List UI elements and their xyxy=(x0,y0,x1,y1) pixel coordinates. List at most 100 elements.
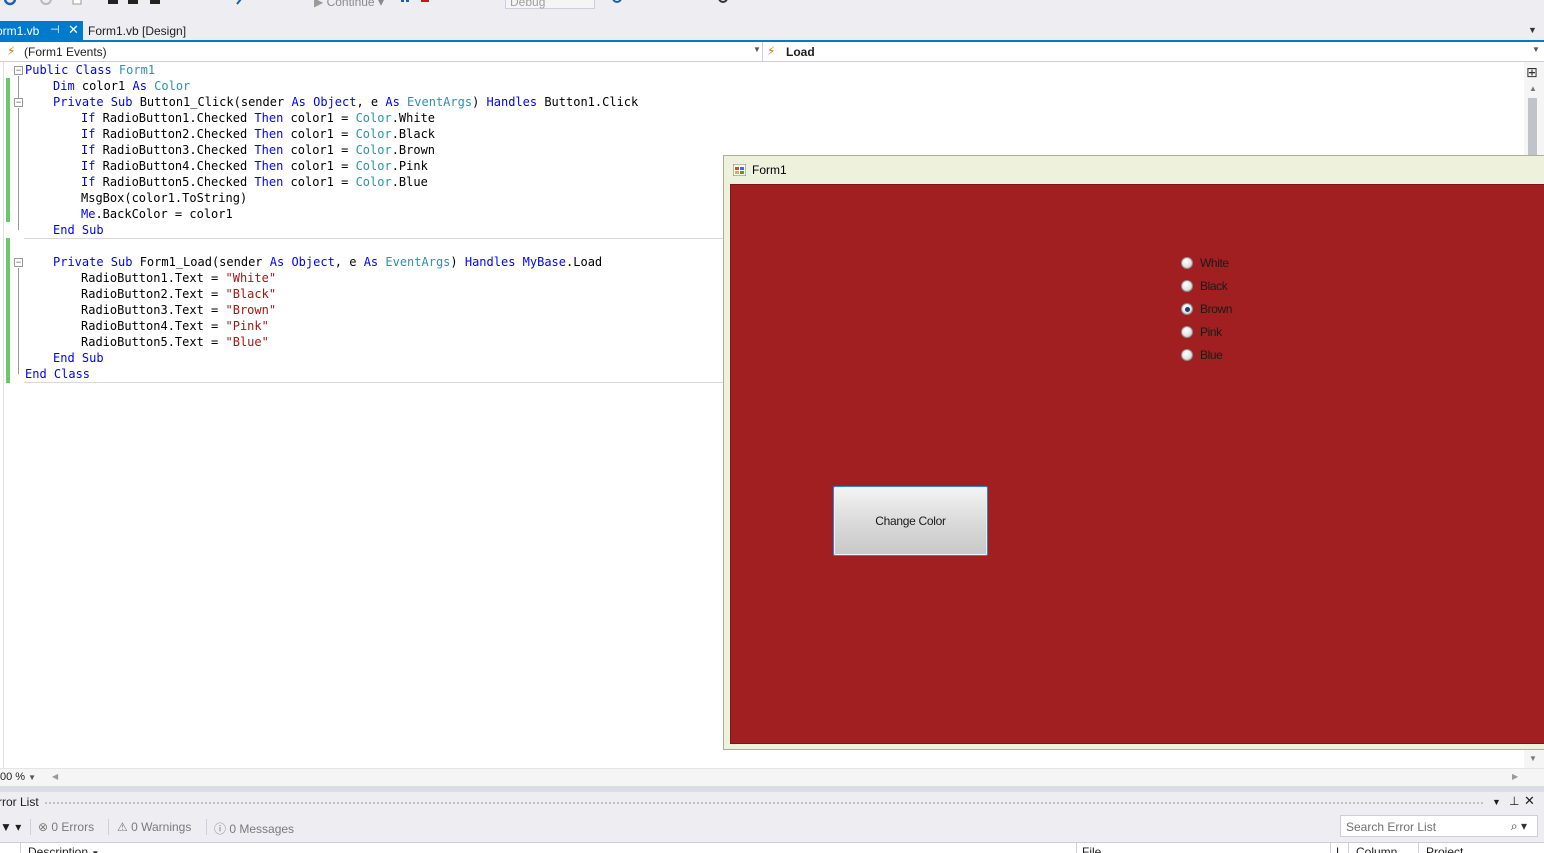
redo-icon[interactable] xyxy=(40,0,52,6)
code-line-19: End Class xyxy=(25,367,91,381)
collapse-icon[interactable]: − xyxy=(14,98,23,107)
tab-overflow-chevron-icon[interactable]: ▼ xyxy=(1528,25,1537,35)
radio-dot[interactable] xyxy=(1181,326,1193,338)
code-line-17: RadioButton5.Text = "Blue" xyxy=(81,335,269,349)
scroll-left-icon[interactable]: ◀ xyxy=(52,772,58,781)
column-column[interactable]: Column xyxy=(1356,845,1397,853)
pause-icon[interactable] xyxy=(400,0,412,6)
collapse-icon[interactable]: − xyxy=(14,258,23,267)
code-line-13: RadioButton1.Text = "White" xyxy=(81,271,277,285)
code-line-2: Dim color1 As Color xyxy=(53,79,191,93)
code-line-3: Private Sub Button1_Click(sender As Obje… xyxy=(53,95,639,109)
radio-dot[interactable] xyxy=(1181,280,1193,292)
event-icon: ⚡ xyxy=(767,44,776,58)
method-separator xyxy=(24,238,724,239)
scroll-down-icon[interactable]: ▼ xyxy=(1529,754,1537,763)
scroll-up-icon[interactable]: ▲ xyxy=(1529,84,1537,93)
code-line-12: Private Sub Form1_Load(sender As Object,… xyxy=(53,255,603,269)
zoom-select[interactable]: 00 % ▼ xyxy=(0,771,46,785)
event-icon: ⚡ xyxy=(7,44,16,58)
method-dropdown[interactable]: ⚡ Load ▼ xyxy=(764,42,1544,61)
window-position-icon[interactable]: ▼ xyxy=(1492,797,1501,807)
code-line-18: End Sub xyxy=(53,351,104,365)
form1-window[interactable]: Form1 White Black Brown Pink Blue Change… xyxy=(723,155,1544,750)
class-dropdown-value: (Form1 Events) xyxy=(24,45,107,59)
column-line[interactable]: L xyxy=(1336,845,1343,853)
column-separator xyxy=(1076,843,1077,853)
code-line-15: RadioButton3.Text = "Brown" xyxy=(81,303,277,317)
panel-grip[interactable] xyxy=(44,801,1484,805)
stop-icon[interactable] xyxy=(420,0,432,6)
find-icon[interactable] xyxy=(612,0,624,6)
error-list-column-header: Description ▼ File L Column Project xyxy=(0,842,1544,853)
error-list-panel: rror List ▼ ⊥ ✕ ▼ ▾ ⊗ 0 Errors ⚠ 0 Warni… xyxy=(0,792,1544,853)
code-navigation-bar: ⚡ (Form1 Events) ▼ ⚡ Load ▼ xyxy=(0,42,1544,62)
radio-label: Blue xyxy=(1200,348,1223,362)
save-all-icon[interactable] xyxy=(128,0,140,6)
step-into-icon[interactable] xyxy=(236,0,248,6)
error-icon: ⊗ xyxy=(38,820,49,834)
toolbar-separator xyxy=(206,819,207,835)
fold-guide xyxy=(18,76,19,98)
code-line-10: Me.BackColor = color1 xyxy=(81,207,233,221)
tab-form1-vb[interactable]: orm1.vb ⊣ ✕ xyxy=(0,21,83,40)
code-line-5: If RadioButton2.Checked Then color1 = Co… xyxy=(81,127,436,141)
column-file[interactable]: File xyxy=(1082,845,1101,853)
change-color-button[interactable]: Change Color xyxy=(833,486,988,556)
method-dropdown-value: Load xyxy=(786,45,815,59)
main-toolbar: ▶ Continue ▾ Debug xyxy=(0,0,1544,18)
chevron-down-icon: ▼ xyxy=(28,773,37,782)
code-line-7: If RadioButton4.Checked Then color1 = Co… xyxy=(81,159,428,173)
warnings-filter-button[interactable]: ⚠ 0 Warnings xyxy=(117,820,191,834)
toolbar-separator xyxy=(30,819,31,835)
save-icon[interactable] xyxy=(108,0,120,6)
radio-label: Brown xyxy=(1200,302,1233,316)
search-icon[interactable]: ⌕ ▾ xyxy=(1511,819,1527,834)
settings-icon[interactable] xyxy=(718,0,730,6)
column-project[interactable]: Project xyxy=(1426,845,1463,853)
code-line-16: RadioButton4.Text = "Pink" xyxy=(81,319,269,333)
copy-icon[interactable] xyxy=(150,0,162,6)
column-separator xyxy=(1418,843,1419,853)
solution-config-select[interactable]: Debug xyxy=(505,0,595,9)
split-window-icon[interactable]: ⊞ xyxy=(1526,64,1538,81)
radio-label: Pink xyxy=(1200,325,1222,339)
error-list-toolbar: ▼ ▾ ⊗ 0 Errors ⚠ 0 Warnings ⓘ 0 Messages… xyxy=(0,814,1544,840)
radio-label: Black xyxy=(1200,279,1228,293)
close-tab-icon[interactable]: ✕ xyxy=(68,22,79,38)
close-panel-icon[interactable]: ✕ xyxy=(1524,793,1535,809)
horizontal-scrollbar[interactable]: 00 % ▼ ◀ ▶ xyxy=(0,768,1544,786)
filter-icon[interactable]: ▼ ▾ xyxy=(0,820,21,834)
form-app-icon xyxy=(733,164,746,176)
fold-guide xyxy=(18,108,19,230)
code-line-8: If RadioButton5.Checked Then color1 = Co… xyxy=(81,175,428,189)
tab-label: orm1.vb xyxy=(0,24,40,38)
column-separator xyxy=(1330,843,1331,853)
pin-icon[interactable]: ⊥ xyxy=(1509,794,1519,808)
warning-icon: ⚠ xyxy=(117,820,128,834)
continue-button[interactable]: ▶ Continue ▾ xyxy=(314,0,384,9)
document-tab-strip: orm1.vb ⊣ ✕ Form1.vb [Design] ▼ xyxy=(0,18,1544,42)
search-error-list-input[interactable]: Search Error List ⌕ ▾ xyxy=(1340,815,1538,837)
collapse-icon[interactable]: − xyxy=(14,66,23,75)
radio-dot-selected[interactable] xyxy=(1181,303,1193,315)
column-description[interactable]: Description ▼ xyxy=(28,845,99,853)
fold-guide xyxy=(18,268,19,374)
form-title: Form1 xyxy=(752,163,787,177)
scroll-right-icon[interactable]: ▶ xyxy=(1512,772,1518,781)
undo-icon[interactable] xyxy=(4,0,16,6)
errors-filter-button[interactable]: ⊗ 0 Errors xyxy=(38,820,94,834)
radio-dot[interactable] xyxy=(1181,257,1193,269)
code-line-4: If RadioButton1.Checked Then color1 = Co… xyxy=(81,111,436,125)
code-line-6: If RadioButton3.Checked Then color1 = Co… xyxy=(81,143,436,157)
column-separator xyxy=(20,843,21,853)
column-separator xyxy=(1348,843,1349,853)
tab-form1-design[interactable]: Form1.vb [Design] xyxy=(88,24,186,38)
class-dropdown[interactable]: ⚡ (Form1 Events) ▼ xyxy=(0,42,763,61)
radio-dot[interactable] xyxy=(1181,349,1193,361)
messages-filter-button[interactable]: ⓘ 0 Messages xyxy=(214,820,294,837)
new-file-icon[interactable] xyxy=(72,0,84,6)
code-line-11: End Sub xyxy=(53,223,104,237)
gutter-border xyxy=(3,62,4,768)
pin-icon[interactable]: ⊣ xyxy=(50,23,60,36)
